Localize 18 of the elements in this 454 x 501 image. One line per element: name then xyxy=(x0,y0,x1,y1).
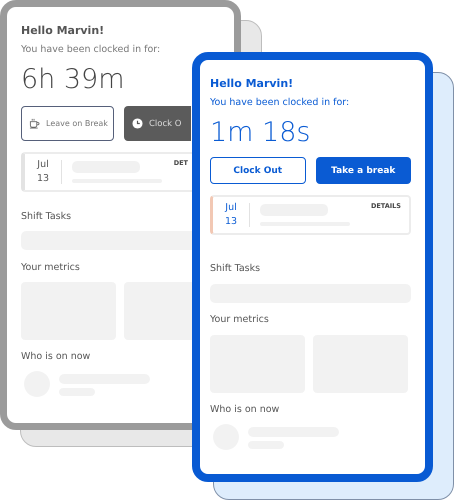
date-day: 13 xyxy=(25,172,61,186)
section-title: Your metrics xyxy=(210,313,270,327)
section-title: Who is on now xyxy=(21,350,92,364)
section-title: Who is on now xyxy=(210,403,280,417)
greeting-text: Hello Marvin! xyxy=(210,76,294,92)
section-title: Shift Tasks xyxy=(210,262,262,276)
elapsed-time: 1m 18s xyxy=(210,117,312,149)
date-month: Jul xyxy=(36,158,50,172)
clock-status-text: You have been clocked in for: xyxy=(210,96,350,110)
section-title: Shift Tasks xyxy=(21,210,72,224)
action-button[interactable]: Leave on Break xyxy=(21,106,114,141)
action-button[interactable]: Clock O xyxy=(124,106,191,141)
action-button[interactable]: Clock Out xyxy=(210,157,306,184)
date-month: Jul xyxy=(224,201,238,215)
greeting-text: Hello Marvin! xyxy=(21,23,106,39)
date-day: 13 xyxy=(213,215,249,229)
action-button[interactable]: Take a break xyxy=(316,157,411,184)
clock-status-text: You have been clocked in for: xyxy=(21,43,162,57)
